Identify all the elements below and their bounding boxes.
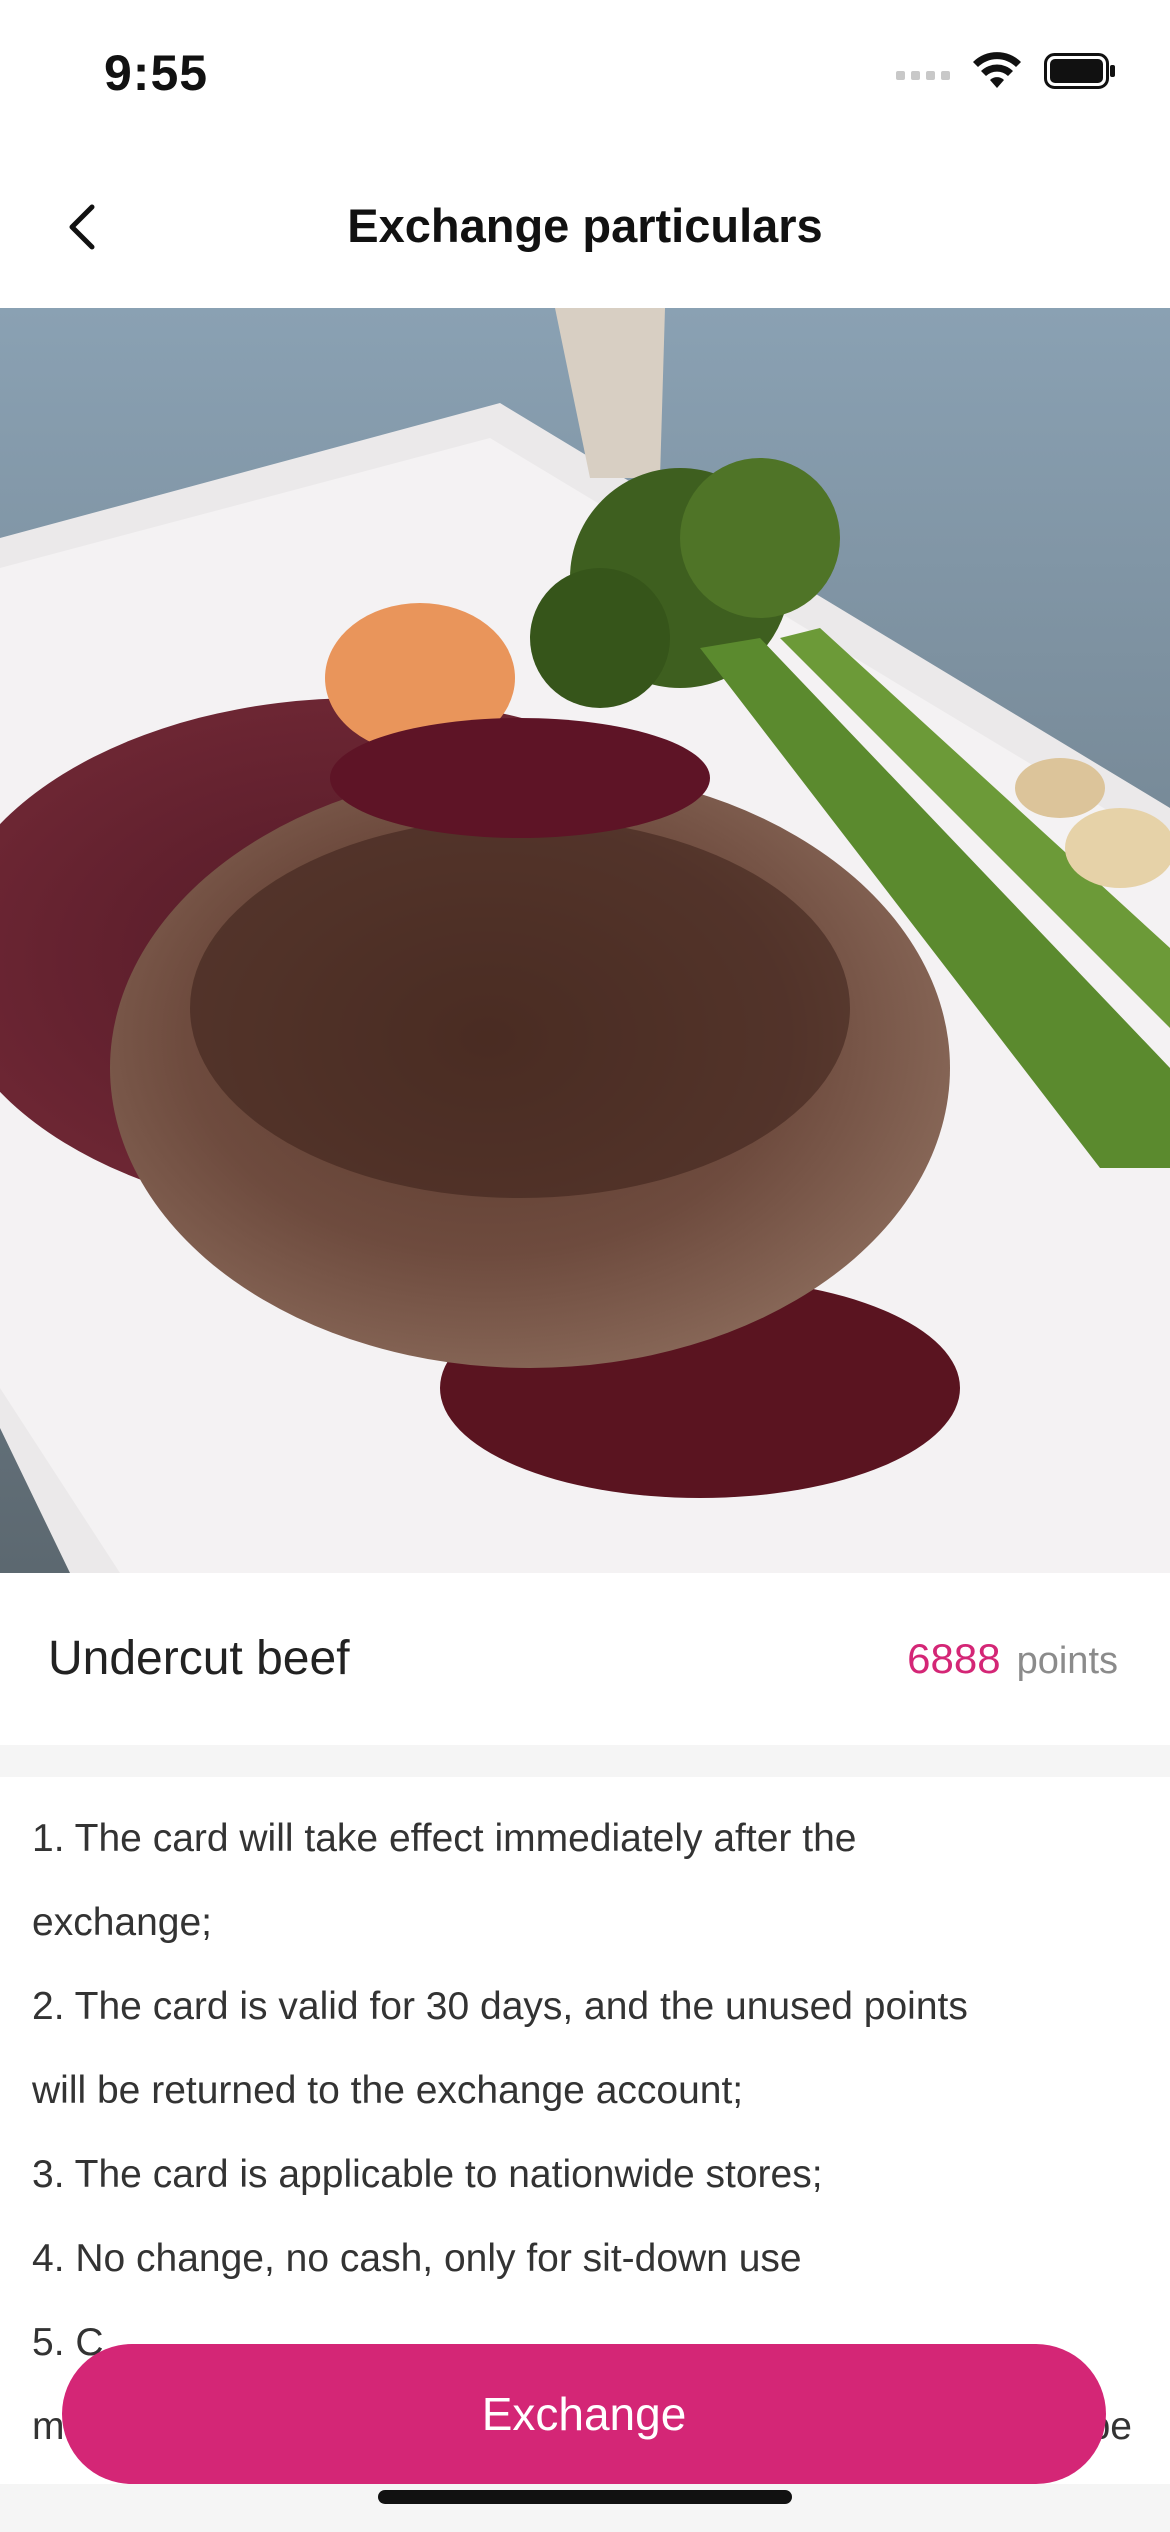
- points-value: 6888: [907, 1635, 1001, 1682]
- status-time: 9:55: [104, 45, 209, 101]
- points-unit: points: [1016, 1640, 1118, 1682]
- item-price: 6888 points: [907, 1635, 1118, 1683]
- rule-line: exchange;: [32, 1901, 212, 1944]
- battery-icon: [1044, 53, 1116, 89]
- steak-photo: [0, 308, 1170, 1573]
- cellular-signal-icon: [896, 62, 950, 80]
- status-bar: 9:55: [0, 0, 1170, 150]
- nav-bar: Exchange particulars: [0, 150, 1170, 308]
- section-divider: [0, 1745, 1170, 1777]
- rule-line: 4. No change, no cash, only for sit-down…: [32, 2237, 802, 2280]
- rule-line: 1. The card will take effect immediately…: [32, 1817, 857, 1860]
- item-summary: Undercut beef 6888 points: [0, 1573, 1170, 1745]
- rule-line: 3. The card is applicable to nationwide …: [32, 2153, 823, 2196]
- home-indicator: [378, 2490, 792, 2504]
- product-image-carousel[interactable]: [0, 308, 1170, 1573]
- wifi-icon: [972, 52, 1022, 90]
- status-icons: [896, 52, 1116, 90]
- rule-line: 2. The card is valid for 30 days, and th…: [32, 1985, 968, 2028]
- page-title: Exchange particulars: [347, 199, 823, 252]
- rule-line: will be returned to the exchange account…: [32, 2069, 744, 2112]
- exchange-button[interactable]: Exchange: [62, 2344, 1106, 2484]
- item-name: Undercut beef: [48, 1632, 350, 1685]
